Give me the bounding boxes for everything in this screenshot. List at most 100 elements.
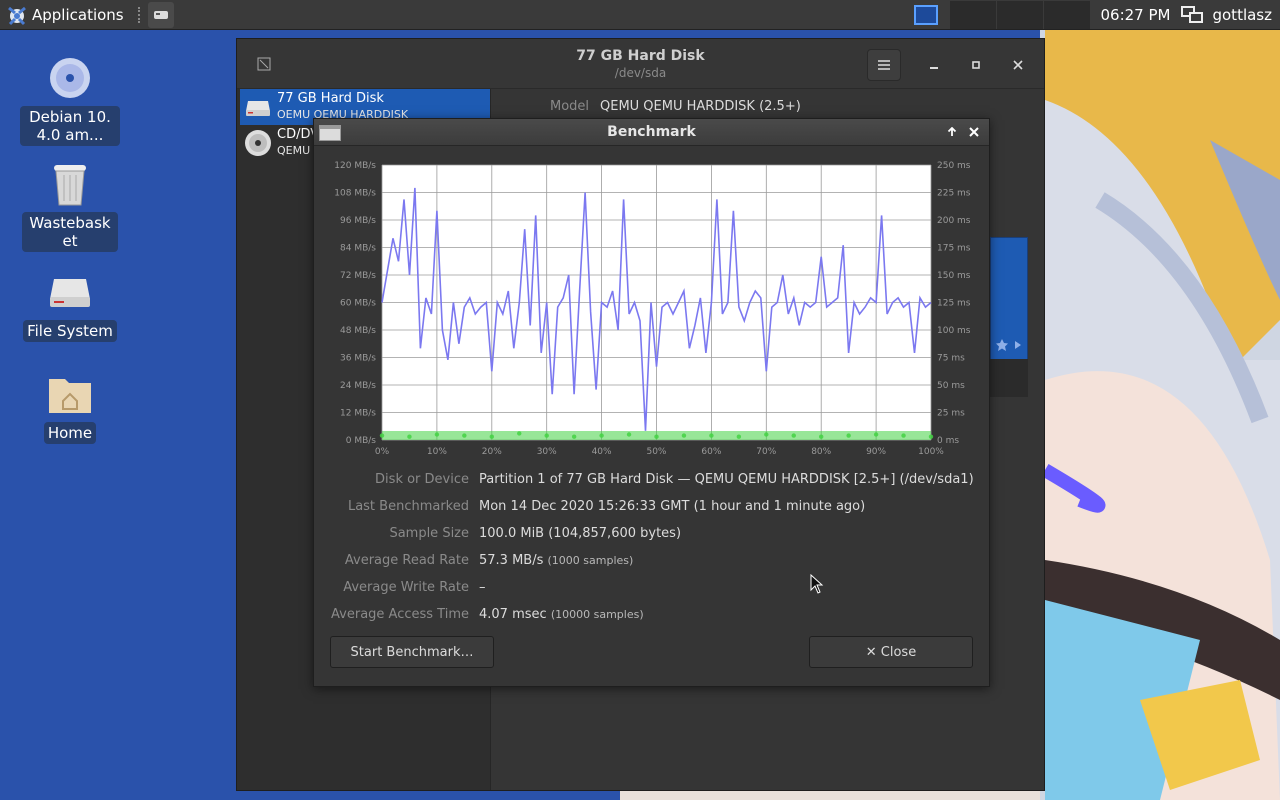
info-key: Average Access Time — [331, 607, 469, 622]
x-tick-label: 100% — [918, 447, 944, 457]
benchmark-chart: 0% 10% 20% 30% 40% 50% 60% 70% 80% 90% 100% 0 MB/s 0… — [334, 161, 971, 457]
benchmark-info-row: Disk or Device Partition 1 of 77 GB Hard … — [314, 472, 989, 492]
arrow-up-icon — [947, 127, 957, 136]
disk-utility-icon — [153, 10, 168, 19]
y-left-tick-label: 108 MB/s — [334, 189, 376, 199]
info-value-text: – — [479, 580, 486, 595]
benchmark-info-row: Average Access Time 4.07 msec (10000 samp… — [314, 607, 989, 627]
close-icon — [969, 127, 979, 137]
user-menu[interactable]: gottlasz — [1212, 6, 1280, 24]
info-key: Last Benchmarked — [347, 499, 469, 514]
network-icon[interactable] — [1180, 3, 1204, 27]
y-left-tick-label: 96 MB/s — [340, 216, 376, 226]
benchmark-dialog: Benchmark 0% 10% 20% 30% 40% 50% 60% 70% 80% 90% 1… — [313, 118, 990, 687]
hard-disk-icon — [246, 101, 270, 116]
y-right-tick-label: 250 ms — [937, 161, 971, 171]
y-right-tick-label: 150 ms — [937, 271, 971, 281]
workspace-1-button[interactable] — [902, 1, 949, 29]
minimize-button[interactable] — [917, 49, 951, 81]
disks-launcher-button[interactable] — [147, 1, 174, 28]
desktop-icon-label: Home — [43, 422, 97, 444]
panel-clock[interactable]: 06:27 PM — [1091, 6, 1181, 24]
drive-menu-button[interactable] — [867, 49, 901, 81]
applications-menu-button[interactable]: Applications — [0, 0, 132, 30]
y-left-tick-label: 84 MB/s — [340, 244, 376, 254]
shade-button[interactable] — [942, 123, 962, 141]
home-folder-icon — [46, 370, 94, 418]
y-right-tick-label: 50 ms — [937, 381, 965, 391]
info-value-text: Mon 14 Dec 2020 15:26:33 GMT (1 hour and… — [479, 499, 866, 514]
x-tick-label: 30% — [537, 447, 557, 457]
desktop-icon-label: Debian 10.4.0 am... — [20, 106, 120, 146]
access-time-band — [382, 431, 931, 440]
benchmark-titlebar: Benchmark — [314, 119, 989, 146]
top-panel: Applications 06:27 PM gottlasz — [0, 0, 1280, 30]
y-right-tick-label: 225 ms — [937, 189, 971, 199]
y-right-tick-label: 25 ms — [937, 409, 965, 419]
y-right-tick-label: 175 ms — [937, 244, 971, 254]
info-value: – — [479, 580, 486, 595]
info-key: Average Read Rate — [344, 553, 469, 568]
optical-drive-icon — [245, 130, 271, 156]
y-left-tick-label: 24 MB/s — [340, 381, 376, 391]
close-button[interactable]: ✕ Close — [809, 636, 973, 668]
x-tick-label: 70% — [756, 447, 776, 457]
info-value: 100.0 MiB (104,857,600 bytes) — [479, 526, 681, 541]
y-right-tick-label: 200 ms — [937, 216, 971, 226]
info-value: 4.07 msec (10000 samples) — [479, 607, 644, 622]
y-left-tick-label: 36 MB/s — [340, 354, 376, 364]
benchmark-info-row: Last Benchmarked Mon 14 Dec 2020 15:26:33… — [314, 499, 989, 519]
close-icon — [1013, 60, 1023, 70]
star-play-icon — [996, 339, 1021, 351]
desktop-icon-wastebasket[interactable]: Wastebasket — [20, 160, 120, 252]
y-right-tick-label: 0 ms — [937, 436, 959, 446]
desktop-icon-debian-cd[interactable]: Debian 10.4.0 am... — [20, 54, 120, 146]
info-key: Disk or Device — [375, 472, 469, 487]
info-key: Sample Size — [389, 526, 469, 541]
maximize-button[interactable] — [959, 49, 993, 81]
close-window-button[interactable] — [1001, 49, 1035, 81]
x-tick-label: 50% — [646, 447, 666, 457]
x-tick-label: 10% — [427, 447, 447, 457]
benchmark-info-row: Sample Size 100.0 MiB (104,857,600 bytes) — [314, 526, 989, 546]
x-tick-label: 60% — [701, 447, 721, 457]
volume-free-space — [990, 359, 1028, 397]
info-note: (1000 samples) — [547, 554, 634, 567]
x-tick-label: 90% — [866, 447, 886, 457]
disks-headerbar: 77 GB Hard Disk /dev/sda — [237, 39, 1044, 89]
workspace-3-button[interactable] — [996, 1, 1043, 29]
y-right-tick-label: 100 ms — [937, 326, 971, 336]
info-value: Partition 1 of 77 GB Hard Disk — QEMU QE… — [479, 472, 974, 487]
workspace-2-button[interactable] — [949, 1, 996, 29]
mouse-cursor — [810, 574, 824, 594]
x-tick-label: 40% — [592, 447, 612, 457]
workspace-4-button[interactable] — [1043, 1, 1090, 29]
drive-name: 77 GB Hard Disk — [277, 91, 384, 106]
trash-icon — [46, 160, 94, 208]
desktop-icon-home[interactable]: Home — [20, 370, 120, 444]
x-tick-label: 80% — [811, 447, 831, 457]
y-left-tick-label: 12 MB/s — [340, 409, 376, 419]
start-benchmark-button[interactable]: Start Benchmark… — [330, 636, 494, 668]
hamburger-icon — [878, 60, 890, 70]
y-left-tick-label: 0 MB/s — [346, 436, 377, 446]
info-value: Mon 14 Dec 2020 15:26:33 GMT (1 hour and… — [479, 499, 865, 514]
x-tick-label: 0% — [375, 447, 390, 457]
close-dialog-button[interactable] — [964, 123, 984, 141]
y-left-tick-label: 120 MB/s — [334, 161, 376, 171]
panel-separator — [137, 6, 142, 23]
info-value-text: 4.07 msec — [479, 607, 547, 622]
y-left-tick-label: 48 MB/s — [340, 326, 376, 336]
desktop-icon-label: Wastebasket — [22, 212, 118, 252]
desktop-icon-label: File System — [23, 320, 117, 342]
y-right-tick-label: 125 ms — [937, 299, 971, 309]
drive-model: QEMU QEMU HARDDISK — [277, 108, 409, 118]
info-note: (10000 samples) — [550, 608, 644, 621]
minimize-icon — [930, 67, 938, 69]
desktop-icon-file-system[interactable]: File System — [20, 268, 120, 342]
maximize-icon — [972, 61, 980, 69]
xfce-logo-icon — [8, 6, 26, 25]
benchmark-title: Benchmark — [607, 124, 696, 140]
x-tick-label: 20% — [482, 447, 502, 457]
info-value-text: 100.0 MiB (104,857,600 bytes) — [479, 526, 682, 541]
